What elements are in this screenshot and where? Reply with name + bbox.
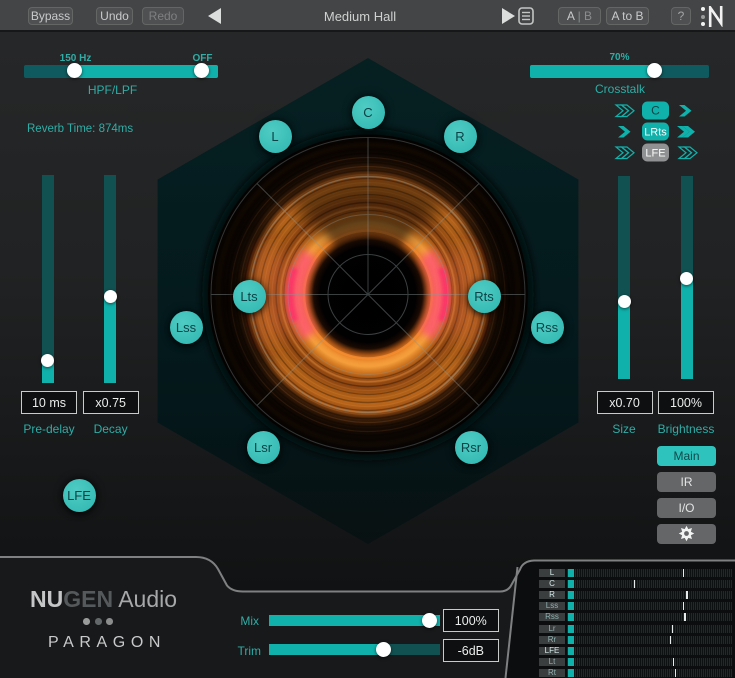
svg-text:C: C — [651, 104, 660, 118]
svg-text:LRts: LRts — [644, 127, 667, 139]
svg-text:LFE: LFE — [645, 148, 665, 160]
